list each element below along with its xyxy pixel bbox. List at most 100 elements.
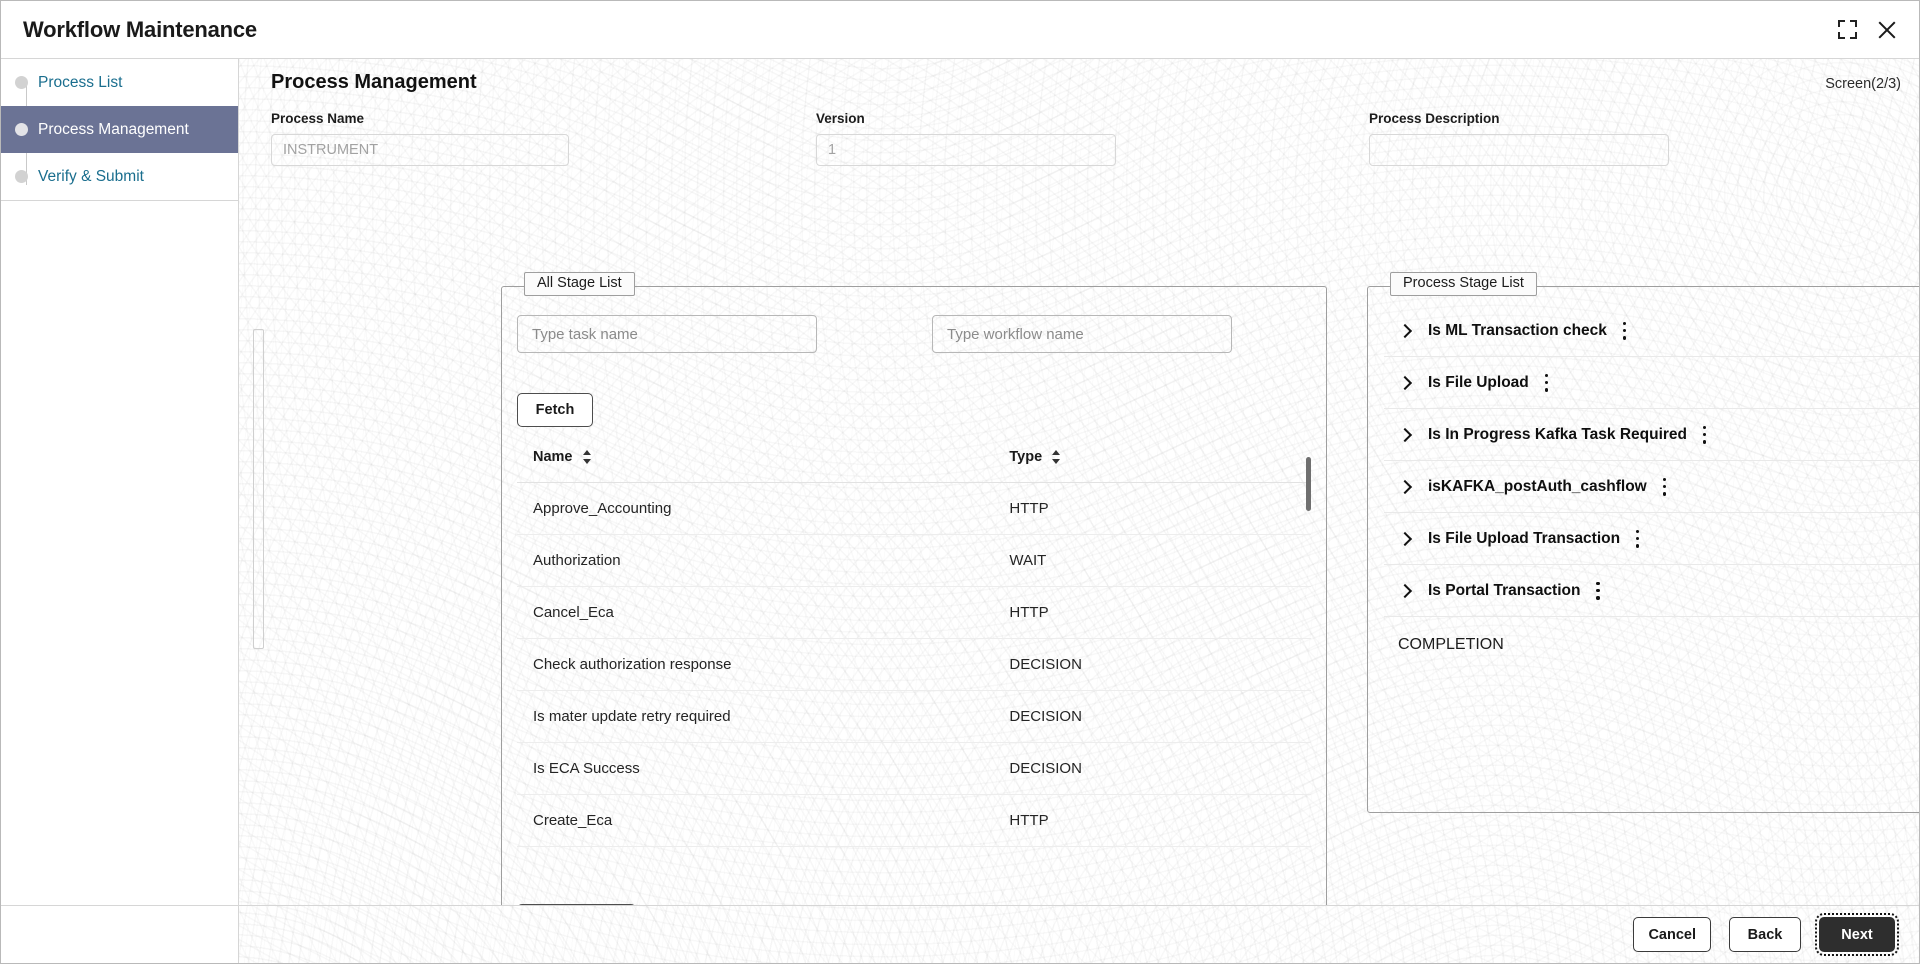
process-stage-row[interactable]: Is File Upload [1384,357,1919,409]
sidebar-item-label: Process List [38,73,123,91]
sidebar-item-verify-submit[interactable]: Verify & Submit [1,153,238,200]
sort-icon[interactable] [1052,450,1061,465]
all-stage-list-legend: All Stage List [524,272,635,296]
cell-type: DECISION [993,742,1311,795]
footer-actions: Cancel Back Next [1,905,1919,963]
close-icon[interactable] [1877,20,1897,40]
back-button[interactable]: Back [1729,917,1801,952]
workflow-maintenance-window: Workflow Maintenance Process List Proces… [0,0,1920,964]
process-stage-label: isKAFKA_postAuth_cashflow [1428,477,1647,495]
more-options-icon[interactable] [1596,581,1600,600]
sidebar-item-process-list[interactable]: Process List [1,59,238,106]
process-stage-label: Is File Upload Transaction [1428,529,1621,547]
cell-name: Check authorization response [517,638,994,691]
sidebar: Process List Process Management Verify &… [1,59,239,963]
process-description-field: Process Description [1369,111,1669,166]
expand-icon[interactable] [1838,20,1857,39]
process-stage-rows: Is ML Transaction check Is File Upload Is … [1384,305,1919,673]
chevron-right-icon[interactable] [1398,376,1412,390]
table-row[interactable]: Cancel_Eca HTTP [517,586,1311,639]
sidebar-divider [1,200,238,201]
content-scrollbar-track[interactable] [246,59,264,905]
version-input[interactable] [816,134,1116,166]
table-row[interactable]: Approve_Accounting HTTP [517,482,1311,535]
more-options-icon[interactable] [1703,425,1707,444]
cell-name: Approve_Accounting [517,482,994,535]
completion-label: COMPLETION [1398,636,1504,653]
column-header-type[interactable]: Type [993,449,1311,483]
fetch-button[interactable]: Fetch [517,393,593,427]
cell-type: HTTP [993,482,1311,535]
task-name-input[interactable] [517,315,817,353]
more-options-icon[interactable] [1622,321,1627,340]
chevron-right-icon[interactable] [1398,324,1412,338]
cell-type: DECISION [993,690,1311,743]
sidebar-item-process-management[interactable]: Process Management [1,106,238,153]
title-bar: Workflow Maintenance [1,1,1919,59]
process-form: Process Name Version Process Description [271,111,1899,173]
sidebar-item-label: Verify & Submit [38,167,144,185]
table-header-row: Name Type [517,449,1311,483]
process-stage-row[interactable]: Is ML Transaction check [1384,305,1919,357]
cell-type: DECISION [993,638,1311,691]
column-header-name[interactable]: Name [517,449,994,483]
chevron-right-icon[interactable] [1398,480,1412,494]
process-stage-completion-row[interactable]: COMPLETION [1384,617,1919,673]
process-name-field: Process Name [271,111,569,166]
step-dot-icon [15,170,28,183]
more-options-icon[interactable] [1662,477,1667,496]
cell-name: Create_Eca [517,794,994,847]
cell-type: HTTP [993,586,1311,639]
process-stage-row[interactable]: Is In Progress Kafka Task Required [1384,409,1919,461]
process-stage-label: Is Portal Transaction [1428,581,1581,599]
stage-table-scrollbar-thumb[interactable] [1306,457,1311,511]
next-button[interactable]: Next [1815,913,1899,956]
table-row[interactable]: Is ECA Success DECISION [517,742,1311,795]
cell-type: WAIT [993,534,1311,587]
cell-name: Is mater update retry required [517,690,994,743]
more-options-icon[interactable] [1544,373,1549,392]
process-stage-label: Is In Progress Kafka Task Required [1428,425,1688,443]
process-name-label: Process Name [271,111,365,126]
sidebar-steps: Process List Process Management Verify &… [1,59,238,201]
process-description-label: Process Description [1369,111,1500,126]
process-stage-row[interactable]: isKAFKA_postAuth_cashflow [1384,461,1919,513]
chevron-right-icon[interactable] [1398,532,1412,546]
cancel-button[interactable]: Cancel [1633,917,1711,952]
stage-table-head: Name Type [517,449,1311,483]
cell-name: Is ECA Success [517,742,994,795]
version-field: Version [816,111,1116,166]
process-stage-list-panel: Process Stage List Is ML Transaction che… [1367,272,1919,813]
process-name-input[interactable] [271,134,569,166]
content-scrollbar-thumb[interactable] [253,329,264,649]
column-header-type-label: Type [1009,449,1043,465]
version-label: Version [816,111,865,126]
workflow-name-input[interactable] [932,315,1232,353]
chevron-right-icon[interactable] [1398,428,1412,442]
window-controls [1838,20,1897,40]
cell-name: Authorization [517,534,994,587]
process-stage-row[interactable]: Is File Upload Transaction [1384,513,1919,565]
table-row[interactable]: Is mater update retry required DECISION [517,690,1311,743]
table-row[interactable]: Authorization WAIT [517,534,1311,587]
stage-table-wrapper: Name Type Approve_Accounting HTTP Authoriz… [517,449,1311,879]
stage-table: Name Type Approve_Accounting HTTP Authoriz… [517,449,1311,847]
process-stage-label: Is ML Transaction check [1428,321,1607,339]
step-dot-icon [15,76,28,89]
process-stage-row[interactable]: Is Portal Transaction [1384,565,1919,617]
all-stage-list-panel: All Stage List Fetch Name Type [501,272,1327,905]
process-stage-label: Is File Upload [1428,373,1529,391]
sort-icon[interactable] [582,450,592,465]
table-row[interactable]: Check authorization response DECISION [517,638,1311,691]
more-options-icon[interactable] [1636,529,1640,548]
table-row[interactable]: Create_Eca HTTP [517,794,1311,847]
process-stage-list-legend: Process Stage List [1390,272,1537,296]
process-description-input[interactable] [1369,134,1669,166]
stage-filter-inputs [517,315,1311,353]
chevron-right-icon[interactable] [1398,584,1412,598]
page-title: Process Management [271,71,477,93]
column-header-name-label: Name [533,449,573,465]
cell-type: HTTP [993,794,1311,847]
stage-table-body: Approve_Accounting HTTP Authorization WAIT C… [517,482,1311,847]
content-area: Process Management Screen(2/3) Process N… [239,59,1919,905]
